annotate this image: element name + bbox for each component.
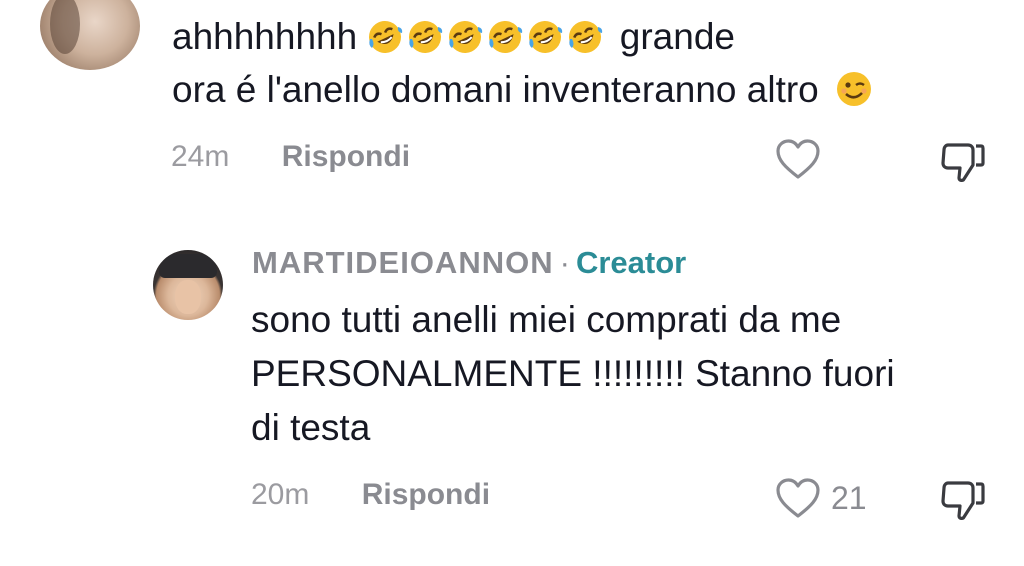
creator-badge: Creator [575,245,687,280]
thumbs-down-icon [941,481,985,520]
comment-text-line: ora é l'anello domani inventeranno altro [172,63,873,116]
comment-time: 24m [171,140,230,173]
heart-icon [776,139,820,179]
comment-meta: 20m Rispondi [251,478,490,512]
reply-header: MARTIDEIOANNON · Creator [252,245,686,281]
rofl-emoji-icon [369,21,403,53]
comments-thread: ahhhhhhhh grande ora é l'anello domani i… [0,0,1024,566]
username[interactable]: MARTIDEIOANNON [252,245,554,280]
dislike-button[interactable] [940,478,986,527]
rofl-emoji-icon [569,21,603,53]
creator-avatar[interactable] [153,250,223,320]
rofl-emoji-icon [489,21,523,53]
comment-time: 20m [251,478,310,511]
comment-text-line: di testa [251,407,371,448]
comment-text-body: ora é l'anello domani inventeranno altro [172,69,819,110]
comment-meta: 24m Rispondi [171,140,410,174]
emoji-group [367,19,603,55]
separator: · [559,245,570,280]
comment-text-prefix: ahhhhhhhh [172,16,358,57]
comment-text-line: PERSONALMENTE !!!!!!!!! Stanno fuori [251,353,895,394]
reply-button[interactable]: Rispondi [362,478,490,511]
like-button[interactable]: 21 [775,477,867,519]
like-button[interactable] [775,138,821,180]
like-count: 21 [831,479,867,516]
dislike-button[interactable] [940,140,986,189]
comment-text-line: sono tutti anelli miei comprati da me [251,299,842,340]
reply-button[interactable]: Rispondi [282,140,410,173]
thumbs-down-icon [941,143,985,182]
comment-text-suffix: grande [619,16,735,57]
comment-text-line: ahhhhhhhh grande [172,10,735,63]
rofl-emoji-icon [529,21,563,53]
commenter-avatar[interactable] [40,0,140,70]
rofl-emoji-icon [409,21,443,53]
rofl-emoji-icon [449,21,483,53]
wink-emoji-icon [837,72,872,106]
heart-icon [776,478,820,518]
